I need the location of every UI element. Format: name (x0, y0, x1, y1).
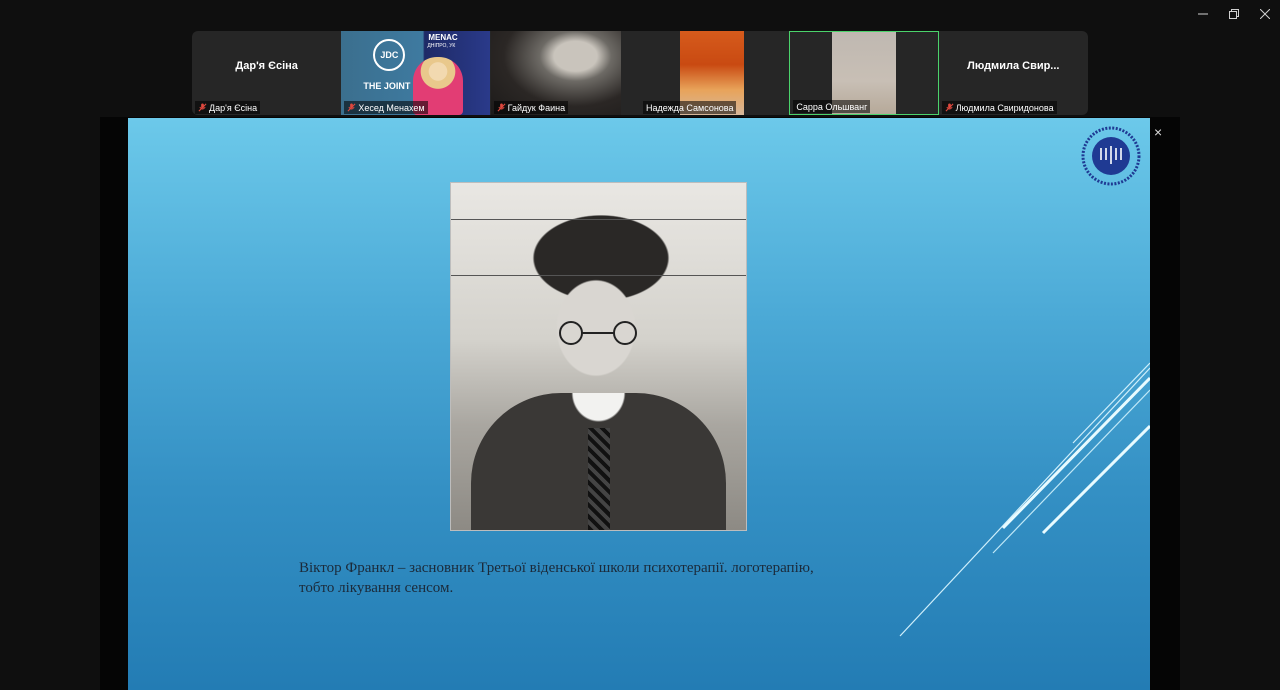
participant-label: Дар'я Єсіна (195, 101, 261, 114)
participant-tile[interactable]: Людмила Свир... Людмила Свиридонова (938, 31, 1088, 115)
mic-muted-icon (945, 103, 954, 112)
participant-tile-active-speaker[interactable]: Сарра Ольшванг (789, 31, 939, 115)
minimize-icon[interactable] (1187, 0, 1218, 28)
jdc-logo: JDC (373, 39, 406, 71)
participant-label: Людмила Свиридонова (941, 101, 1057, 114)
slide-caption: Віктор Франкл – засновник Третьої віденс… (299, 558, 899, 598)
presentation-slide: Віктор Франкл – засновник Третьої віденс… (128, 118, 1150, 690)
caption-line: Віктор Франкл – засновник Третьої віденс… (299, 560, 814, 576)
video-text: ДНІПРО, УК (427, 43, 456, 49)
glasses (559, 321, 637, 345)
participant-name: Людмила Свиридонова (955, 102, 1054, 113)
participant-tile[interactable]: Дар'я Єсіна Дар'я Єсіна (192, 31, 342, 115)
participant-display-name: Дар'я Єсіна (235, 60, 298, 72)
organization-logo (1081, 126, 1141, 186)
participant-name: Хесед Менахем (358, 102, 425, 113)
participant-name: Надежда Самсонова (645, 102, 734, 113)
participant-label: Надежда Самсонова (642, 101, 737, 114)
mic-muted-icon (347, 103, 356, 112)
close-icon[interactable] (1249, 0, 1280, 28)
close-share-icon[interactable]: × (1154, 124, 1162, 140)
participant-display-name: Людмила Свир... (967, 60, 1060, 72)
participant-label: Гайдук Фаина (493, 101, 569, 114)
portrait-photo (450, 182, 747, 531)
mic-muted-icon (497, 103, 506, 112)
participant-tile[interactable]: JDC THE JOINT MENAC ДНІПРО, УК Хесед Мен… (341, 31, 491, 115)
participant-name: Гайдук Фаина (507, 102, 566, 113)
participant-strip: Дар'я Єсіна Дар'я Єсіна JDC THE JOINT ME… (192, 31, 1088, 115)
participant-tile[interactable]: Гайдук Фаина (490, 31, 640, 115)
participant-label: Хесед Менахем (344, 101, 428, 114)
participant-label: Сарра Ольшванг (793, 100, 871, 113)
video-text: MENAC (428, 33, 458, 42)
participant-name: Сарра Ольшванг (796, 101, 868, 112)
restore-icon[interactable] (1218, 0, 1249, 28)
barbed-wire (451, 275, 746, 276)
video-text: THE JOINT (363, 81, 411, 91)
participant-name: Дар'я Єсіна (209, 102, 258, 113)
tie (588, 428, 610, 530)
caption-line: тобто лікування сенсом. (299, 580, 454, 596)
window-controls (1187, 0, 1280, 28)
mic-muted-icon (198, 103, 207, 112)
participant-tile[interactable]: Надежда Самсонова (639, 31, 790, 115)
barbed-wire (451, 219, 746, 220)
